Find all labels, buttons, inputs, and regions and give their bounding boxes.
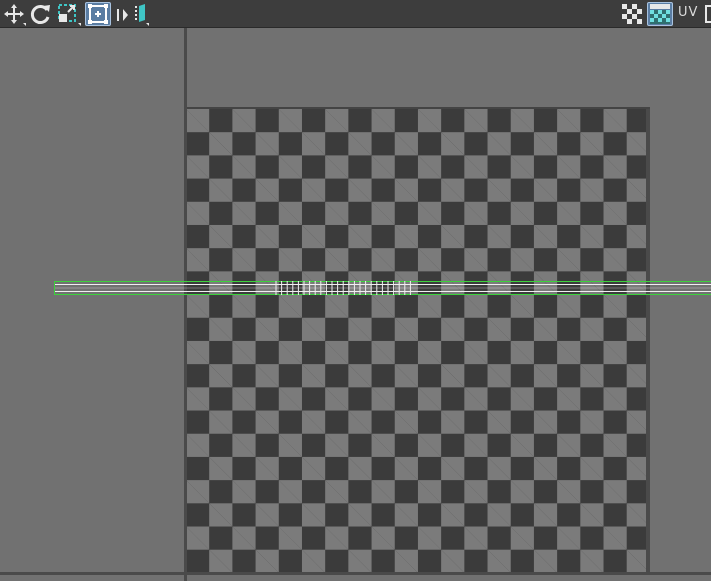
box-select-tool-button[interactable] xyxy=(85,2,111,26)
uv-viewport[interactable] xyxy=(0,28,711,581)
move-arrows-icon xyxy=(4,4,26,26)
texture-display-icon xyxy=(650,4,670,24)
align-tool-button[interactable] xyxy=(133,2,151,26)
partial-tool-icon xyxy=(705,5,711,23)
uv-shell-overlay[interactable] xyxy=(0,28,711,581)
checker-toggle-button[interactable] xyxy=(620,2,644,26)
uv-set-label[interactable]: UV xyxy=(678,5,698,21)
scale-tool-button[interactable] xyxy=(56,2,82,26)
stitch-tool-button[interactable] xyxy=(114,2,132,26)
stitch-icon xyxy=(117,9,128,21)
uv-editor-window: UV xyxy=(0,0,711,581)
rotate-icon xyxy=(30,5,50,24)
box-select-icon xyxy=(88,4,108,24)
rotate-tool-button[interactable] xyxy=(29,2,53,26)
texture-display-toggle-button[interactable] xyxy=(647,2,673,26)
move-tool-button[interactable] xyxy=(2,2,26,26)
overflow-tool-button[interactable] xyxy=(705,2,711,26)
scale-icon xyxy=(58,4,81,26)
checker-icon xyxy=(622,4,642,24)
align-icon xyxy=(135,4,149,26)
uv-toolbar: UV xyxy=(0,0,711,28)
